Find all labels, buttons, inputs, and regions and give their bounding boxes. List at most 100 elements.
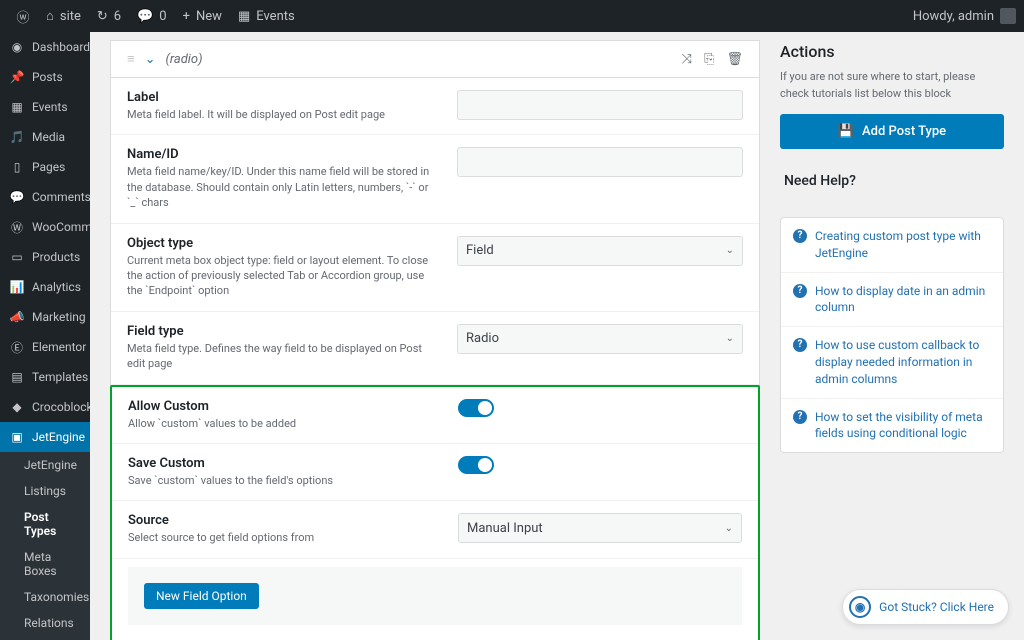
question-icon: ? — [793, 284, 807, 298]
drag-icon[interactable]: ≡ — [127, 51, 135, 67]
field-type-desc: Meta field type. Defines the way field t… — [127, 341, 437, 372]
field-type-select[interactable]: Radio⌄ — [457, 324, 743, 354]
user-menu[interactable]: Howdy, admin — [913, 8, 1016, 24]
submenu-relations[interactable]: Relations — [0, 610, 90, 636]
actions-desc: If you are not sure where to start, plea… — [780, 69, 1004, 102]
source-desc: Select source to get field options from — [128, 530, 438, 545]
site-link[interactable]: ⌂site — [38, 0, 89, 32]
menu-crocoblock[interactable]: ◆Crocoblock — [0, 392, 90, 422]
menu-pages[interactable]: ▯Pages — [0, 152, 90, 182]
menu-analytics[interactable]: 📊Analytics — [0, 272, 90, 302]
woo-icon: Ⓦ — [10, 220, 24, 234]
save-custom-desc: Save `custom` values to the field's opti… — [128, 473, 438, 488]
templates-icon: ▤ — [10, 370, 24, 384]
menu-woocommerce[interactable]: ⓌWooCommerce — [0, 212, 90, 242]
shuffle-icon[interactable]: ⤨ — [682, 52, 692, 67]
chevron-down-icon: ⌄ — [726, 333, 734, 344]
question-icon: ? — [793, 410, 807, 424]
add-post-type-button[interactable]: 💾Add Post Type — [780, 114, 1004, 149]
menu-jetengine[interactable]: ▣JetEngine — [0, 422, 90, 452]
events-link[interactable]: ▦Events — [230, 0, 303, 32]
comments-count[interactable]: 💬0 — [129, 0, 175, 32]
chevron-down-icon: ⌄ — [726, 245, 734, 256]
allow-custom-toggle[interactable] — [458, 399, 494, 417]
menu-products[interactable]: ▭Products — [0, 242, 90, 272]
help-link-1[interactable]: ?How to display date in an admin column — [781, 273, 1003, 328]
menu-dashboard[interactable]: ◉Dashboard — [0, 32, 90, 62]
marketing-icon: 📣 — [10, 310, 24, 324]
admin-bar: ⓦ ⌂site ↻6 💬0 +New ▦Events Howdy, admin — [0, 0, 1024, 32]
admin-sidebar: ◉Dashboard 📌Posts ▦Events 🎵Media ▯Pages … — [0, 32, 90, 640]
jetengine-icon: ▣ — [10, 430, 24, 444]
submenu-post-types[interactable]: Post Types — [0, 504, 90, 544]
object-type-desc: Current meta box object type: field or l… — [127, 253, 437, 299]
copy-icon[interactable]: ⎘ — [704, 52, 714, 67]
save-custom-title: Save Custom — [128, 456, 438, 471]
question-icon: ? — [793, 229, 807, 243]
label-title: Label — [127, 90, 437, 105]
chevron-down-icon: ⌄ — [725, 523, 733, 534]
menu-media[interactable]: 🎵Media — [0, 122, 90, 152]
chevron-down-icon[interactable]: ⌄ — [145, 52, 156, 67]
submenu-jetengine[interactable]: JetEngine — [0, 452, 90, 478]
menu-events[interactable]: ▦Events — [0, 92, 90, 122]
source-title: Source — [128, 513, 438, 528]
save-icon: 💾 — [838, 124, 854, 139]
allow-custom-title: Allow Custom — [128, 399, 438, 414]
help-link-0[interactable]: ?Creating custom post type with JetEngin… — [781, 218, 1003, 273]
new-field-option-button[interactable]: New Field Option — [144, 583, 259, 609]
page-icon: ▯ — [10, 160, 24, 174]
analytics-icon: 📊 — [10, 280, 24, 294]
refresh-count[interactable]: ↻6 — [89, 0, 129, 32]
home-icon: ⌂ — [46, 8, 54, 24]
headset-icon: ◉ — [849, 596, 871, 618]
pin-icon: 📌 — [10, 70, 24, 84]
object-type-title: Object type — [127, 236, 437, 251]
new-button[interactable]: +New — [175, 0, 230, 32]
wordpress-icon: ⓦ — [16, 9, 30, 23]
calendar-icon: ▦ — [238, 9, 250, 24]
allow-custom-desc: Allow `custom` values to be added — [128, 416, 438, 431]
products-icon: ▭ — [10, 250, 24, 264]
help-link-3[interactable]: ?How to set the visibility of meta field… — [781, 399, 1003, 453]
jetengine-submenu: JetEngine Listings Post Types Meta Boxes… — [0, 452, 90, 640]
help-heading: Need Help? — [780, 173, 1004, 199]
submenu-meta-boxes[interactable]: Meta Boxes — [0, 544, 90, 584]
plus-icon: + — [183, 9, 190, 24]
help-box: ?Creating custom post type with JetEngin… — [780, 217, 1004, 453]
menu-comments[interactable]: 💬Comments — [0, 182, 90, 212]
field-title: (radio) — [166, 52, 203, 67]
highlighted-section: Allow Custom Allow `custom` values to be… — [110, 385, 760, 640]
actions-heading: Actions — [780, 42, 1004, 61]
name-desc: Meta field name/key/ID. Under this name … — [127, 164, 437, 210]
submenu-listings[interactable]: Listings — [0, 478, 90, 504]
label-input[interactable] — [457, 90, 743, 120]
trash-icon[interactable]: 🗑 — [726, 52, 743, 67]
submenu-options-pages[interactable]: Options Pages — [0, 636, 90, 640]
elementor-icon: Ⓔ — [10, 340, 24, 354]
question-icon: ? — [793, 338, 807, 352]
save-custom-toggle[interactable] — [458, 456, 494, 474]
help-link-2[interactable]: ?How to use custom callback to display n… — [781, 327, 1003, 398]
media-icon: 🎵 — [10, 130, 24, 144]
name-input[interactable] — [457, 147, 743, 177]
refresh-icon: ↻ — [97, 9, 108, 24]
menu-marketing[interactable]: 📣Marketing — [0, 302, 90, 332]
menu-elementor[interactable]: ⒺElementor — [0, 332, 90, 362]
comment-icon: 💬 — [137, 9, 153, 24]
wp-logo[interactable]: ⓦ — [8, 0, 38, 32]
menu-posts[interactable]: 📌Posts — [0, 62, 90, 92]
object-type-select[interactable]: Field⌄ — [457, 236, 743, 266]
field-type-title: Field type — [127, 324, 437, 339]
calendar-icon: ▦ — [10, 100, 24, 114]
label-desc: Meta field label. It will be displayed o… — [127, 107, 437, 122]
comment-icon: 💬 — [10, 190, 24, 204]
submenu-taxonomies[interactable]: Taxonomies — [0, 584, 90, 610]
got-stuck-badge[interactable]: ◉ Got Stuck? Click Here — [842, 589, 1009, 625]
meta-field-card: ≡ ⌄ (radio) ⤨ ⎘ 🗑 Label Meta field label… — [110, 40, 760, 640]
source-select[interactable]: Manual Input⌄ — [458, 513, 742, 543]
menu-templates[interactable]: ▤Templates — [0, 362, 90, 392]
name-title: Name/ID — [127, 147, 437, 162]
crocoblock-icon: ◆ — [10, 400, 24, 414]
avatar — [1000, 8, 1016, 24]
